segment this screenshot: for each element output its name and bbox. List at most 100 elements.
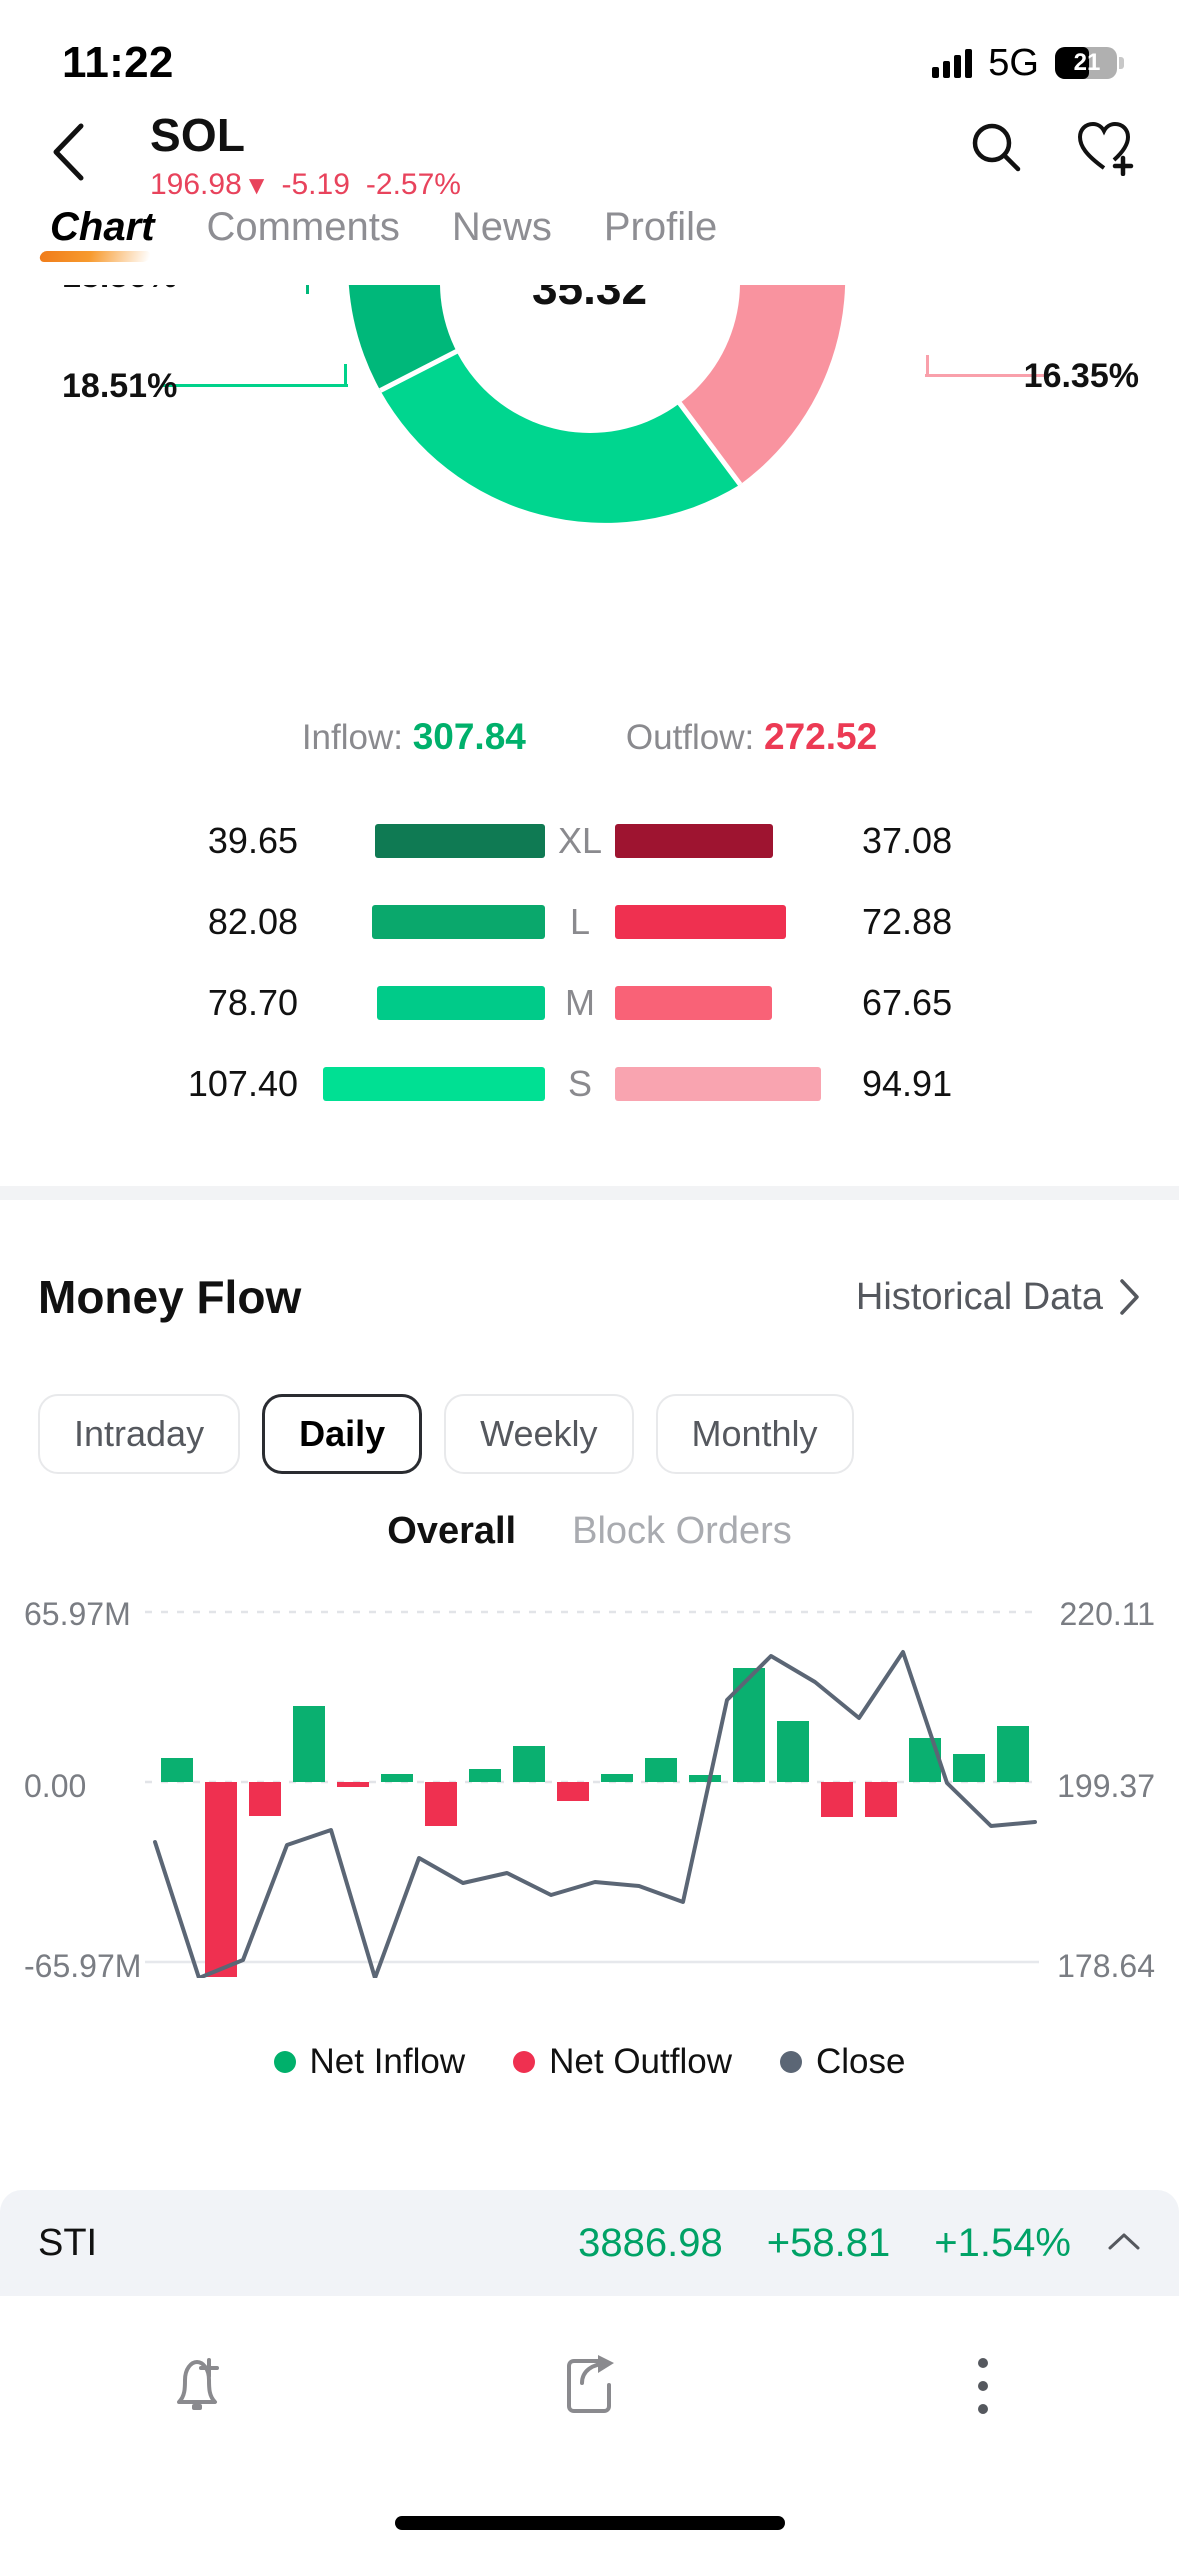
money-flow-donut-chart: 35.32 13.56% 18.51% 16.35% — [0, 285, 1179, 705]
price-change-percent: -2.57% — [365, 168, 461, 201]
index-value: 3886.98 — [578, 2220, 723, 2265]
row-outflow-bar — [615, 985, 772, 1020]
row-outflow-bar — [615, 823, 773, 858]
row-label: M — [565, 981, 595, 1023]
tab-chart[interactable]: Chart — [24, 205, 180, 262]
leader-line-3-elbow — [926, 355, 929, 377]
donut-svg — [348, 285, 845, 523]
row-inflow-bar — [375, 823, 545, 858]
legend-item-close: Close — [780, 2042, 905, 2082]
legend-item-net-outflow: Net Outflow — [513, 2042, 732, 2082]
order-size-breakdown: 39.65 XL 37.08 82.08 L 72.88 78.70 M 67.… — [0, 800, 1179, 1124]
table-row: 78.70 M 67.65 — [0, 962, 1179, 1043]
legend-item-net-inflow: Net Inflow — [273, 2042, 466, 2082]
bar-series-net-flow — [161, 1668, 1029, 1977]
y2-axis-tick-min: 178.64 — [1057, 1948, 1155, 1984]
chevron-right-icon — [1120, 1279, 1139, 1315]
tab-chart-label: Chart — [50, 205, 155, 249]
leader-line-2 — [162, 384, 348, 387]
section-tabs: Chart Comments News Profile — [0, 205, 1179, 285]
tab-active-underline — [38, 251, 152, 262]
y2-axis-tick-max: 220.11 — [1059, 1596, 1156, 1632]
battery-level-label: 21 — [1073, 49, 1101, 76]
donut-label-bottom-left: 18.51% — [62, 367, 178, 405]
last-price: 196.98 — [150, 168, 242, 201]
status-indicators: 5G 21 — [932, 41, 1124, 85]
money-flow-chart[interactable]: 65.97M 0.00 -65.97M 220.11 199.37 178.64 — [0, 1590, 1179, 2030]
period-selector: Intraday Daily Weekly Monthly — [38, 1394, 1141, 1474]
row-inflow-bar — [372, 904, 545, 939]
cellular-signal-icon — [932, 48, 973, 78]
tab-comments[interactable]: Comments — [180, 205, 425, 250]
app-screen: 11:22 5G 21 SOL 196.98 ▼ -5.19 -2.57% Ch… — [0, 0, 1179, 2556]
historical-data-label: Historical Data — [855, 1275, 1103, 1318]
more-options-icon[interactable] — [786, 2355, 1179, 2417]
donut-label-right: 16.35% — [1023, 357, 1139, 395]
nav-header: SOL 196.98 ▼ -5.19 -2.57% — [0, 100, 1179, 210]
chart-svg — [145, 1610, 1039, 1980]
chart-legend: Net Inflow Net Outflow Close — [0, 2042, 1179, 2082]
status-time: 11:22 — [62, 38, 174, 87]
row-outflow-value: 72.88 — [862, 900, 953, 942]
inflow-value: 307.84 — [412, 716, 526, 757]
period-button-intraday[interactable]: Intraday — [38, 1394, 241, 1474]
chevron-up-icon[interactable] — [1107, 2230, 1141, 2257]
table-row: 82.08 L 72.88 — [0, 881, 1179, 962]
y2-axis-tick-mid: 199.37 — [1057, 1768, 1155, 1804]
tab-news[interactable]: News — [426, 205, 578, 250]
subtab-overall[interactable]: Overall — [387, 1510, 516, 1553]
y-axis-tick-min: -65.97M — [24, 1948, 142, 1984]
row-label: XL — [557, 819, 603, 861]
row-label: S — [567, 1062, 592, 1104]
close-price-line — [153, 1650, 1037, 1980]
outflow-summary: Outflow: 272.52 — [626, 716, 877, 758]
row-inflow-value: 78.70 — [207, 981, 298, 1023]
flow-summary: Inflow: 307.84 Outflow: 272.52 — [0, 716, 1179, 758]
row-outflow-value: 94.91 — [862, 1062, 953, 1104]
tab-profile[interactable]: Profile — [578, 205, 743, 250]
outflow-value: 272.52 — [764, 716, 878, 757]
down-arrow-icon: ▼ — [243, 169, 270, 200]
legend-dot-net-inflow — [273, 2051, 296, 2073]
money-flow-subtabs: Overall Block Orders — [0, 1510, 1179, 1553]
period-button-daily[interactable]: Daily — [262, 1394, 423, 1474]
table-row: 107.40 S 94.91 — [0, 1043, 1179, 1124]
subtab-block-orders[interactable]: Block Orders — [572, 1510, 792, 1553]
legend-label-net-outflow: Net Outflow — [549, 2042, 732, 2081]
index-name: STI — [38, 2221, 98, 2264]
network-type-label: 5G — [988, 41, 1039, 84]
status-bar: 11:22 5G 21 — [0, 0, 1179, 100]
row-outflow-bar — [615, 904, 786, 939]
period-button-weekly[interactable]: Weekly — [444, 1394, 634, 1474]
page-title: SOL — [150, 109, 246, 161]
row-outflow-bar — [615, 1066, 821, 1101]
row-outflow-value: 67.65 — [862, 981, 953, 1023]
donut-label-top-left: 13.56% — [62, 285, 177, 296]
index-ticker-bar[interactable]: STI 3886.98 +58.81 +1.54% — [0, 2190, 1179, 2296]
heart-plus-icon[interactable] — [1073, 114, 1139, 180]
historical-data-link[interactable]: Historical Data — [856, 1276, 1141, 1319]
outflow-label: Outflow: — [625, 718, 755, 757]
y-axis-tick-zero: 0.00 — [24, 1768, 87, 1804]
index-change: +58.81 — [766, 2220, 891, 2265]
leader-line-1-elbow — [306, 285, 309, 294]
money-flow-title: Money Flow — [38, 1271, 302, 1323]
alert-bell-plus-icon[interactable] — [0, 2352, 393, 2420]
legend-label-net-inflow: Net Inflow — [309, 2042, 466, 2081]
index-change-percent: +1.54% — [934, 2220, 1071, 2265]
index-values: 3886.98 +58.81 +1.54% — [578, 2221, 1071, 2266]
share-icon[interactable] — [393, 2353, 786, 2419]
legend-dot-close — [780, 2051, 802, 2073]
nav-actions — [963, 114, 1139, 180]
row-inflow-value: 82.08 — [207, 900, 298, 942]
symbol-block[interactable]: SOL 196.98 ▼ -5.19 -2.57% — [150, 108, 461, 202]
search-icon[interactable] — [963, 114, 1029, 180]
period-button-monthly[interactable]: Monthly — [655, 1394, 854, 1474]
back-chevron-icon[interactable] — [38, 122, 98, 182]
legend-label-close: Close — [816, 2042, 906, 2081]
money-flow-header: Money Flow Historical Data — [38, 1270, 1141, 1324]
battery-icon: 21 — [1055, 47, 1124, 79]
row-inflow-value: 39.65 — [207, 819, 298, 861]
chart-plot-area — [145, 1590, 1039, 1990]
table-row: 39.65 XL 37.08 — [0, 800, 1179, 881]
